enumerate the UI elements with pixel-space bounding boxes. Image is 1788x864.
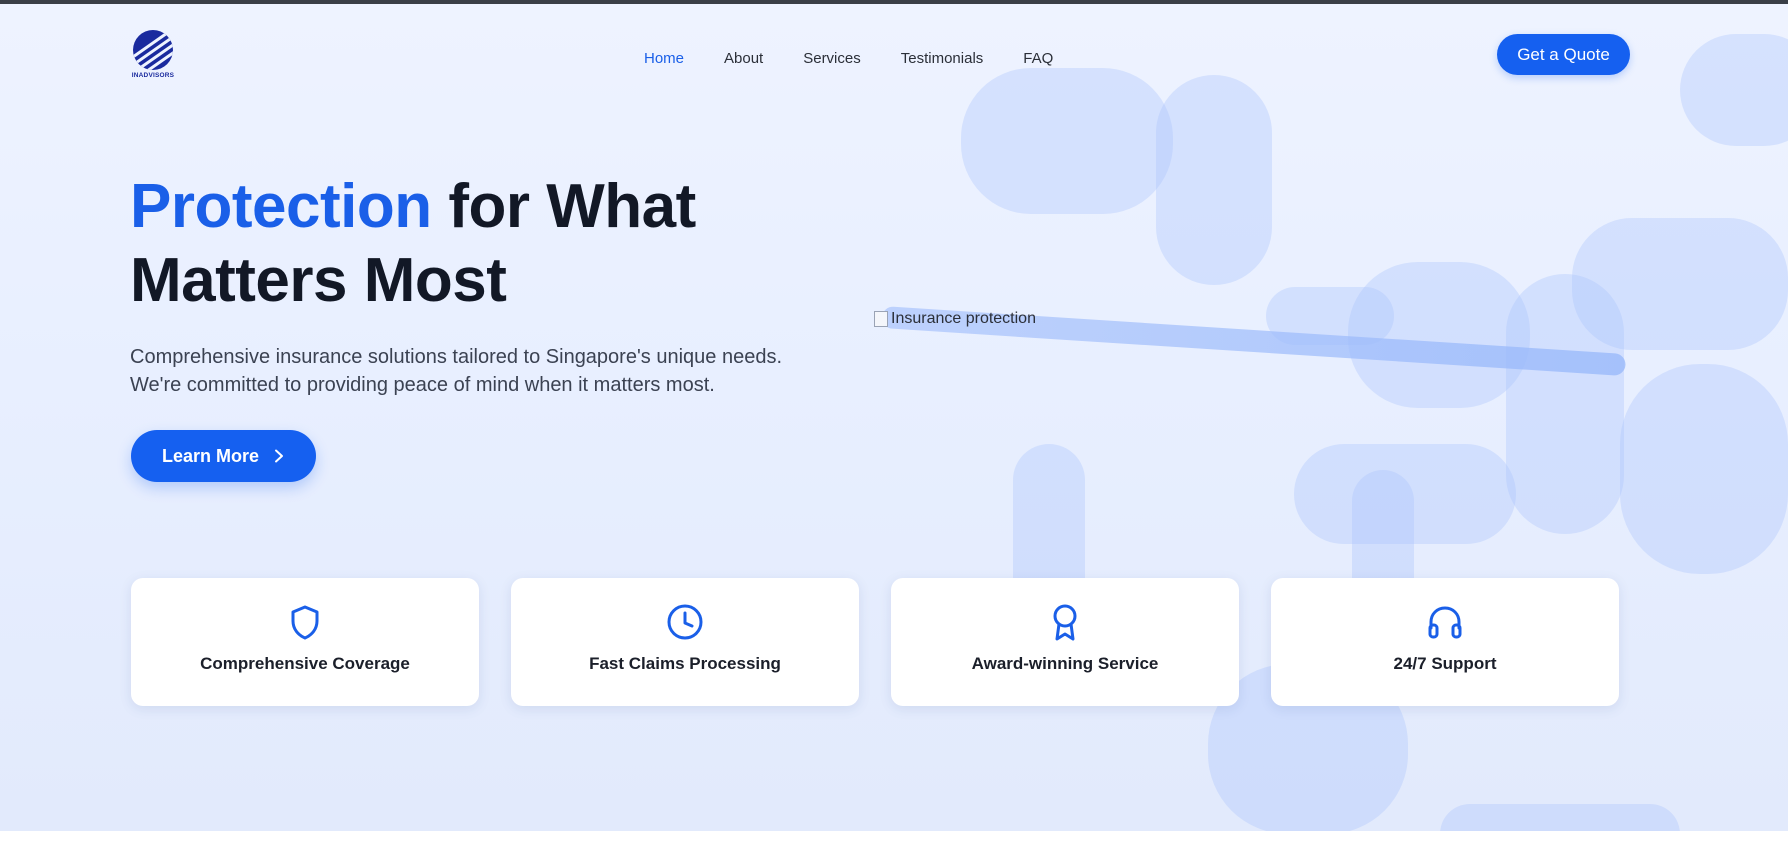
shield-icon [291,605,319,640]
feature-title: 24/7 Support [1393,654,1497,673]
hero-subtext: Comprehensive insurance solutions tailor… [130,343,810,399]
headline-accent: Protection [130,172,432,241]
feature-title: Comprehensive Coverage [200,654,410,673]
feature-card-service: Award-winning Service [891,578,1239,706]
decorative-blob [1620,364,1788,574]
award-ribbon-icon [1053,604,1077,641]
decorative-blob [1156,75,1272,285]
main-navigation: Home About Services Testimonials FAQ [644,50,1053,67]
nav-link-testimonials[interactable]: Testimonials [901,50,984,67]
feature-card-claims: Fast Claims Processing [511,578,859,706]
hero-section: INADVISORS Home About Services Testimoni… [0,4,1788,831]
decorative-blob [1506,274,1624,534]
chevron-right-icon [275,449,284,463]
decorative-blob [961,68,1173,214]
nav-link-about[interactable]: About [724,50,763,67]
logo-text: INADVISORS [131,72,175,79]
broken-image-icon [874,311,888,327]
hero-image: Insurance protection [874,310,1036,328]
nav-link-services[interactable]: Services [803,50,861,67]
learn-more-button[interactable]: Learn More [131,430,316,482]
learn-more-label: Learn More [161,445,260,466]
subtext-line1: Comprehensive insurance solutions tailor… [130,346,783,368]
clock-icon [667,604,703,640]
feature-cards: Comprehensive Coverage Fast Claims Proce… [131,578,1619,706]
headline-line1-rest: for What [431,172,696,241]
feature-card-support: 24/7 Support [1271,578,1619,706]
globe-logo-icon [133,30,173,70]
get-quote-button[interactable]: Get a Quote [1497,34,1630,75]
headline-line2: Matters Most [130,246,507,315]
decorative-blob [1680,34,1788,146]
site-logo[interactable]: INADVISORS [130,30,176,82]
decorative-blob [1440,804,1680,831]
feature-title: Fast Claims Processing [589,654,781,673]
nav-link-home[interactable]: Home [644,50,684,67]
subtext-line2: We're committed to providing peace of mi… [130,374,715,396]
nav-link-faq[interactable]: FAQ [1023,50,1053,67]
feature-title: Award-winning Service [971,654,1159,673]
hero-image-alt-text: Insurance protection [891,310,1036,327]
feature-card-coverage: Comprehensive Coverage [131,578,479,706]
headphones-icon [1428,606,1462,639]
hero-headline: Protection for What Matters Most [130,170,696,318]
